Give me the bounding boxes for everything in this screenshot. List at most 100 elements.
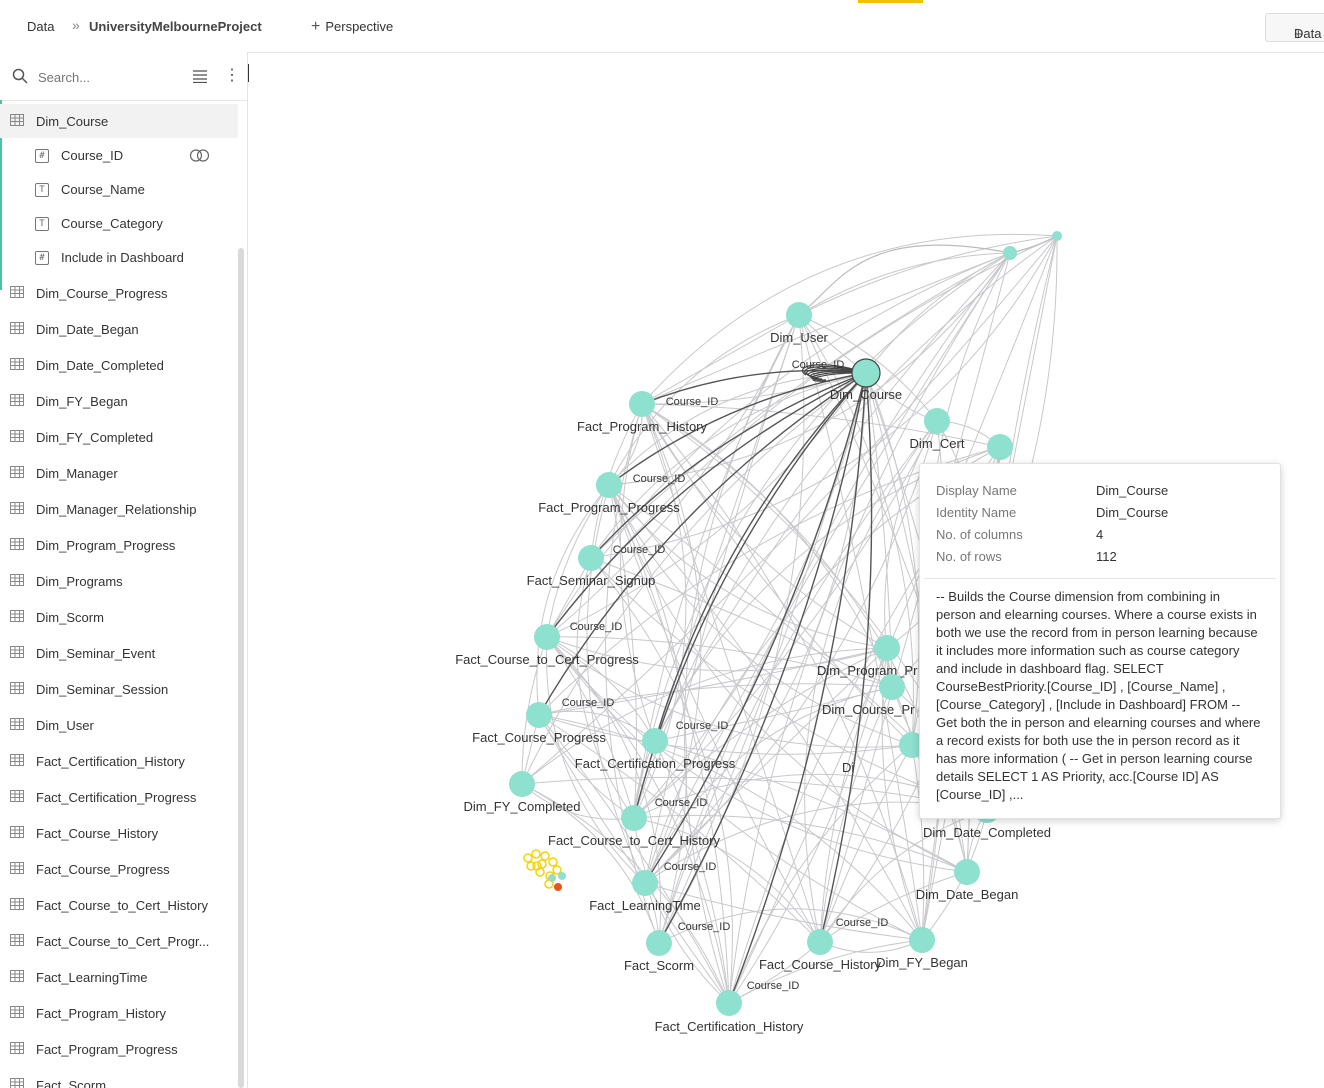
column-item[interactable]: T Course_Category: [0, 206, 238, 240]
table-item-label: Dim_Date_Began: [36, 322, 139, 337]
tooltip-key: Identity Name: [936, 505, 1017, 520]
table-icon: [10, 1042, 24, 1054]
table-item[interactable]: Fact_Course_History: [0, 816, 238, 850]
list-view-icon[interactable]: [192, 69, 208, 83]
column-item[interactable]: # Include in Dashboard: [0, 240, 238, 274]
more-options-icon[interactable]: ⋮: [224, 68, 240, 84]
graph-node-unlabeled[interactable]: [987, 434, 1013, 460]
graph-node-label: Dim_FY_Completed: [463, 799, 580, 814]
graph-node[interactable]: [632, 870, 658, 896]
graph-node[interactable]: [534, 624, 560, 650]
table-item-label: Fact_Program_History: [36, 1006, 167, 1021]
add-data-button[interactable]: + Data: [1265, 13, 1324, 43]
table-icon: [10, 358, 24, 370]
edge-label: Course_ID: [747, 980, 800, 992]
table-item[interactable]: Dim_FY_Completed: [0, 420, 238, 454]
table-item[interactable]: Fact_Certification_History: [0, 744, 238, 778]
graph-node[interactable]: [954, 859, 980, 885]
graph-node-label: Fact_LearningTime: [589, 898, 701, 913]
table-item[interactable]: Dim_Course: [0, 104, 238, 138]
graph-node[interactable]: [642, 728, 668, 754]
graph-node[interactable]: [596, 472, 622, 498]
column-item-label: Course_ID: [61, 148, 124, 163]
graph-node-unlabeled[interactable]: [1003, 246, 1017, 260]
table-item-label: Dim_FY_Began: [36, 394, 128, 409]
graph-node[interactable]: [807, 929, 833, 955]
graph-node-label: Fact_Certification_History: [655, 1019, 804, 1034]
table-icon: [10, 322, 24, 334]
table-item[interactable]: Dim_Date_Completed: [0, 348, 238, 382]
table-icon: [10, 574, 24, 586]
graph-node[interactable]: [879, 674, 905, 700]
perspective-label: Perspective: [325, 19, 394, 34]
table-item-label: Dim_Programs: [36, 574, 123, 589]
breadcrumb-data[interactable]: Data: [27, 19, 54, 34]
graph-node[interactable]: [909, 927, 935, 953]
cluster-node: [523, 853, 533, 863]
table-item[interactable]: Fact_Scorm: [0, 1068, 238, 1088]
column-item[interactable]: T Course_Name: [0, 172, 238, 206]
column-item-label: Include in Dashboard: [61, 250, 184, 265]
table-item[interactable]: Dim_Date_Began: [0, 312, 238, 346]
table-item[interactable]: Dim_Seminar_Session: [0, 672, 238, 706]
graph-node-label: Dim_Date_Completed: [923, 825, 1051, 840]
table-item[interactable]: Dim_User: [0, 708, 238, 742]
table-item[interactable]: Fact_Certification_Progress: [0, 780, 238, 814]
table-item[interactable]: Fact_LearningTime: [0, 960, 238, 994]
edge-label: Course_ID: [562, 697, 615, 709]
table-item-label: Dim_Seminar_Event: [36, 646, 156, 661]
graph-node-label: Fact_Certification_Progress: [575, 756, 736, 771]
table-item-label: Dim_FY_Completed: [36, 430, 154, 445]
table-item[interactable]: Dim_Seminar_Event: [0, 636, 238, 670]
text-type-icon: T: [35, 183, 49, 197]
table-item-label: Dim_User: [36, 718, 94, 733]
tooltip-key: No. of columns: [936, 527, 1023, 542]
graph-node[interactable]: [851, 358, 881, 388]
table-item[interactable]: Fact_Program_Progress: [0, 1032, 238, 1066]
table-item[interactable]: Fact_Program_History: [0, 996, 238, 1030]
table-item[interactable]: Dim_Scorm: [0, 600, 238, 634]
table-item[interactable]: Dim_Manager_Relationship: [0, 492, 238, 526]
graph-node[interactable]: [716, 990, 742, 1016]
graph-node-label: Fact_Program_History: [577, 419, 708, 434]
table-item[interactable]: Dim_Program_Progress: [0, 528, 238, 562]
breadcrumb-separator-icon: »: [72, 17, 80, 33]
table-item[interactable]: Fact_Course_to_Cert_History: [0, 888, 238, 922]
table-icon: [10, 466, 24, 478]
table-item[interactable]: Dim_Manager: [0, 456, 238, 490]
tooltip-key: Display Name: [936, 483, 1017, 498]
cluster-node: [554, 883, 562, 891]
graph-node-label: Dim_Date_Began: [916, 887, 1019, 902]
table-item[interactable]: Fact_Course_to_Cert_Progr...: [0, 924, 238, 958]
table-item[interactable]: Dim_FY_Began: [0, 384, 238, 418]
table-item-label: Dim_Program_Progress: [36, 538, 176, 553]
search-input[interactable]: [36, 66, 170, 88]
table-item[interactable]: Dim_Programs: [0, 564, 238, 598]
column-item[interactable]: # Course_ID: [0, 138, 238, 172]
data-button-label: Data: [1294, 26, 1322, 41]
table-item-label: Fact_Course_to_Cert_History: [36, 898, 208, 913]
tooltip-value: 112: [1096, 549, 1117, 564]
table-item[interactable]: Dim_Course_Progress: [0, 276, 238, 310]
table-item-label: Fact_Certification_History: [36, 754, 185, 769]
graph-node[interactable]: [874, 635, 900, 661]
table-icon: [10, 1006, 24, 1018]
relationship-link-icon[interactable]: [189, 149, 211, 162]
table-item-label: Dim_Course_Progress: [36, 286, 168, 301]
graph-node[interactable]: [578, 545, 604, 571]
graph-node-label: Dim_Program_Pr: [817, 663, 918, 678]
sidebar-scrollbar[interactable]: [238, 248, 244, 1088]
table-icon: [10, 754, 24, 766]
graph-node[interactable]: [509, 771, 535, 797]
graph-node[interactable]: [924, 408, 950, 434]
graph-node[interactable]: [786, 302, 812, 328]
add-perspective-button[interactable]: + Perspective: [311, 18, 393, 36]
graph-node[interactable]: [629, 391, 655, 417]
tooltip-description: -- Builds the Course dimension from comb…: [936, 589, 1261, 802]
graph-node[interactable]: [646, 930, 672, 956]
graph-node[interactable]: [621, 805, 647, 831]
graph-node[interactable]: [526, 702, 552, 728]
tooltip-value: Dim_Course: [1096, 483, 1169, 498]
table-item[interactable]: Fact_Course_Progress: [0, 852, 238, 886]
graph-node-unlabeled[interactable]: [1052, 231, 1062, 241]
